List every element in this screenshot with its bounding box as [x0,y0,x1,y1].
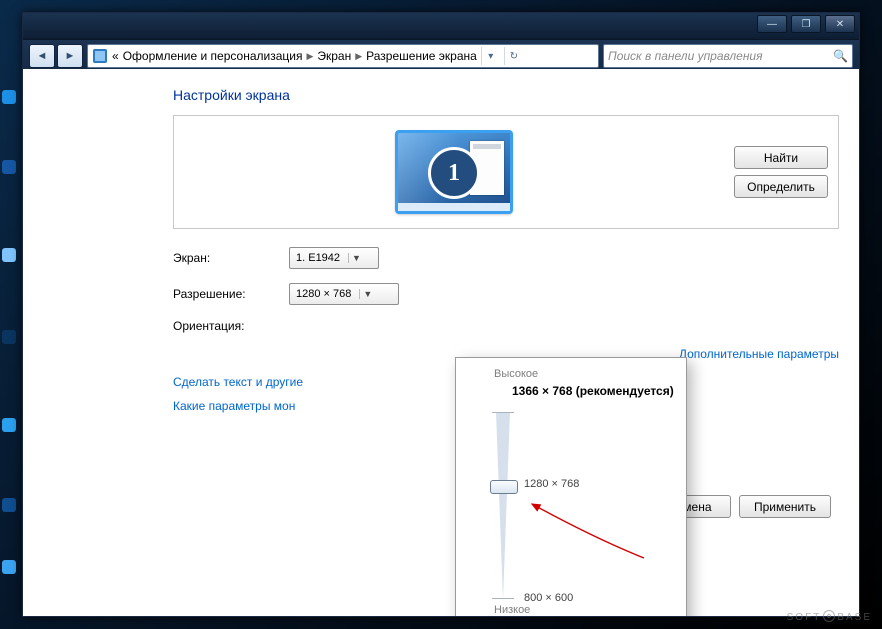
chevron-down-icon: ▼ [359,289,375,299]
find-button[interactable]: Найти [734,146,828,169]
maximize-button[interactable]: ❐ [791,15,821,33]
screen-label: Экран: [173,251,289,265]
address-dropdown-button[interactable]: ▾ [481,47,500,65]
minimize-icon: — [767,19,777,30]
display-preview-panel: 1 Найти Определить [173,115,839,229]
advanced-link[interactable]: Дополнительные параметры [679,347,839,361]
desktop-edge-artifacts [0,0,20,629]
current-resolution-option: 1280 × 768 [524,478,579,490]
page-title: Настройки экрана [173,87,839,103]
content-area: Настройки экрана 1 Найти Определить [23,69,859,616]
control-panel-icon [92,48,108,64]
resolution-value: 1280 × 768 [296,288,351,300]
orientation-label: Ориентация: [173,319,289,333]
nav-forward-button[interactable]: ► [57,44,83,68]
watermark: SOFTBASE [787,608,872,623]
search-icon: 🔍 [833,49,848,63]
window-titlebar: — ❐ ✕ [23,13,859,40]
refresh-icon: ↻ [510,51,518,62]
control-panel-window: — ❐ ✕ ◄ ► « Оформление и персонализация … [22,12,860,617]
screen-value: 1. E1942 [296,252,340,264]
minimize-button[interactable]: — [757,15,787,33]
resolution-label: Разрешение: [173,287,289,301]
monitor-thumbnail[interactable]: 1 [395,130,513,214]
breadcrumb-sep-icon: ▶ [306,51,313,62]
search-input[interactable]: Поиск в панели управления 🔍 [603,44,853,68]
apply-button[interactable]: Применить [739,495,831,518]
detect-button[interactable]: Определить [734,175,828,198]
resolution-popup: Высокое 1366 × 768 (рекомендуется) 1280 … [455,357,687,616]
slider-low-label: Низкое [494,604,674,616]
breadcrumb-3[interactable]: Разрешение экрана [366,49,477,63]
breadcrumb-1[interactable]: Оформление и персонализация [123,49,303,63]
min-resolution-option: 800 × 600 [524,592,573,604]
slider-high-label: Высокое [494,368,674,380]
annotation-arrow-icon [524,498,654,578]
chevron-down-icon: ▾ [488,51,493,62]
maximize-icon: ❐ [802,19,811,30]
breadcrumb-sep-icon: ▶ [355,51,362,62]
nav-back-button[interactable]: ◄ [29,44,55,68]
screen-combobox[interactable]: 1. E1942 ▼ [289,247,379,269]
search-placeholder: Поиск в панели управления [608,49,763,63]
chevron-right-icon: ► [65,50,76,62]
monitor-params-link[interactable]: Какие параметры мон [173,399,295,413]
resolution-combobox[interactable]: 1280 × 768 ▼ [289,283,399,305]
breadcrumb-prefix: « [112,49,119,63]
monitor-number: 1 [428,147,480,199]
address-bar[interactable]: « Оформление и персонализация ▶ Экран ▶ … [87,44,599,68]
close-button[interactable]: ✕ [825,15,855,33]
slider-thumb[interactable] [490,480,518,494]
chevron-down-icon: ▼ [348,253,364,263]
resolution-slider[interactable]: 1280 × 768 800 × 600 [478,412,674,602]
recommended-resolution: 1366 × 768 (рекомендуется) [512,384,674,398]
text-size-link[interactable]: Сделать текст и другие [173,375,303,389]
address-refresh-button[interactable]: ↻ [504,47,523,65]
breadcrumb-2[interactable]: Экран [317,49,351,63]
slider-track [496,412,510,600]
chevron-left-icon: ◄ [37,50,48,62]
close-icon: ✕ [836,19,844,30]
